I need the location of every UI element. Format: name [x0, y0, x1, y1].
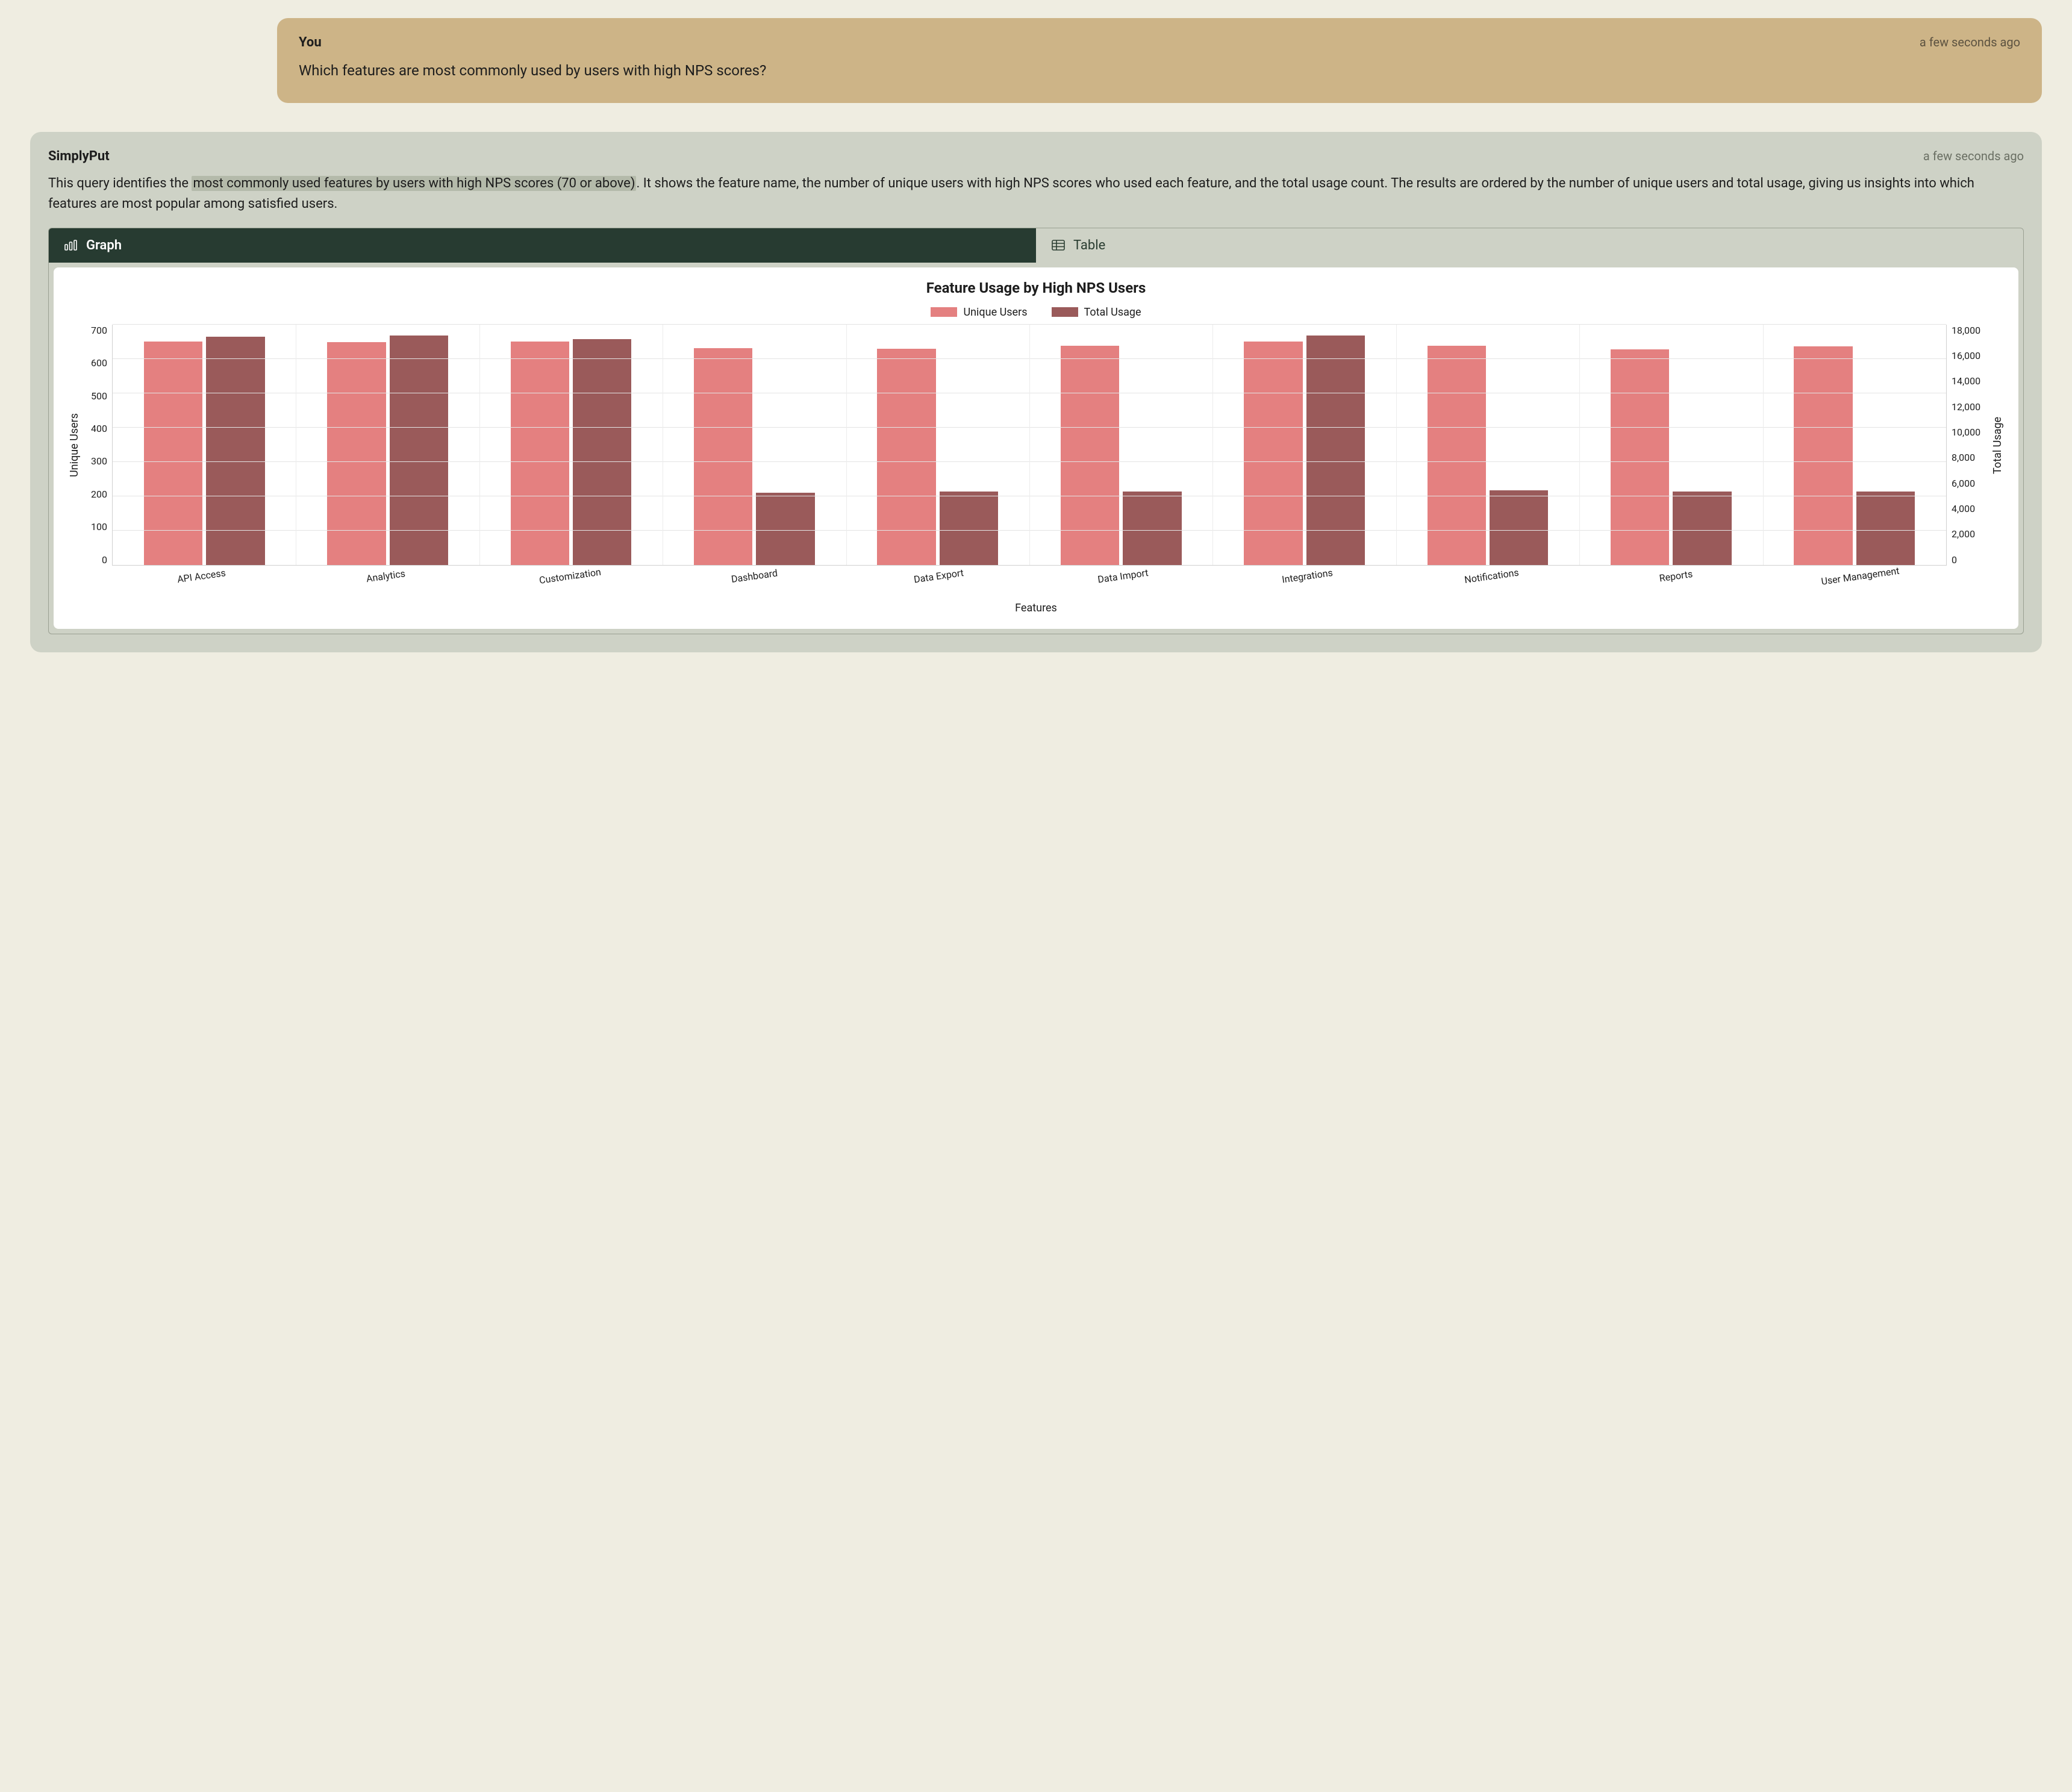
y-right-tick: 10,000 — [1952, 426, 1980, 438]
chart-title: Feature Usage by High NPS Users — [66, 279, 2006, 296]
y-left-tick: 600 — [91, 357, 107, 369]
chart-plot-row: Unique Users 700 600 500 400 300 200 100 0 18,0… — [66, 325, 2006, 566]
y-left-tick: 300 — [91, 455, 107, 467]
assistant-message-header: SimplyPut a few seconds ago — [48, 149, 2024, 164]
y-axis-left-label: Unique Users — [66, 325, 83, 566]
bar-unique-users[interactable] — [511, 342, 569, 565]
chart-container: Feature Usage by High NPS Users Unique U… — [54, 267, 2018, 629]
y-right-tick: 8,000 — [1952, 452, 1975, 463]
tab-graph[interactable]: Graph — [49, 228, 1036, 263]
y-right-tick: 6,000 — [1952, 478, 1975, 489]
legend-label: Unique Users — [963, 306, 1027, 319]
assistant-author: SimplyPut — [48, 149, 110, 164]
bar-total-usage[interactable] — [573, 339, 631, 565]
bar-unique-users[interactable] — [1244, 342, 1302, 565]
assistant-timestamp: a few seconds ago — [1923, 149, 2024, 163]
y-right-tick: 16,000 — [1952, 350, 1980, 361]
bar-total-usage[interactable] — [1123, 492, 1181, 565]
assistant-message: SimplyPut a few seconds ago This query i… — [30, 132, 2042, 652]
y-axis-left-ticks: 700 600 500 400 300 200 100 0 — [83, 325, 112, 566]
y-right-tick: 4,000 — [1952, 503, 1975, 514]
bar-total-usage[interactable] — [1856, 492, 1915, 565]
legend-swatch-icon — [931, 307, 957, 317]
y-left-tick: 700 — [91, 325, 107, 336]
bar-total-usage[interactable] — [940, 492, 998, 565]
legend-label: Total Usage — [1084, 306, 1141, 319]
legend-item-unique-users: Unique Users — [931, 306, 1027, 319]
bar-unique-users[interactable] — [1794, 346, 1852, 565]
bar-unique-users[interactable] — [144, 342, 202, 565]
y-left-tick: 500 — [91, 390, 107, 402]
bar-total-usage[interactable] — [756, 493, 814, 565]
table-icon — [1052, 240, 1065, 251]
chart-legend: Unique Users Total Usage — [66, 306, 2006, 319]
bar-total-usage[interactable] — [1490, 490, 1548, 565]
y-right-tick: 0 — [1952, 554, 1957, 566]
y-left-tick: 200 — [91, 489, 107, 500]
y-right-tick: 18,000 — [1952, 325, 1980, 336]
x-axis-categories: API AccessAnalyticsCustomizationDashboar… — [108, 566, 1951, 598]
y-left-tick: 0 — [102, 554, 107, 566]
user-timestamp: a few seconds ago — [1920, 35, 2020, 49]
bar-unique-users[interactable] — [327, 342, 385, 564]
user-message: You a few seconds ago Which features are… — [277, 18, 2042, 103]
y-left-tick: 400 — [91, 423, 107, 434]
chart-plot-area[interactable] — [112, 325, 1947, 566]
tab-graph-label: Graph — [86, 238, 122, 253]
y-right-tick: 12,000 — [1952, 401, 1980, 413]
y-axis-right-ticks: 18,000 16,000 14,000 12,000 10,000 8,000 6,000… — [1947, 325, 1989, 566]
tab-table-label: Table — [1073, 238, 1105, 253]
user-author: You — [299, 35, 322, 50]
assistant-text-highlight: most commonly used features by users wit… — [192, 176, 636, 191]
y-right-tick: 14,000 — [1952, 375, 1980, 387]
assistant-text-pre: This query identifies the — [48, 176, 192, 191]
bar-unique-users[interactable] — [1428, 346, 1486, 565]
assistant-message-text: This query identifies the most commonly … — [48, 173, 2024, 214]
bar-unique-users[interactable] — [877, 349, 935, 565]
result-tabs: Graph Table — [49, 228, 2023, 263]
y-right-tick: 2,000 — [1952, 528, 1975, 540]
user-message-text: Which features are most commonly used by… — [299, 61, 2020, 81]
result-panel: Graph Table Feature Usage by High NPS Us… — [48, 228, 2024, 634]
y-left-tick: 100 — [91, 521, 107, 532]
y-axis-right-label: Total Usage — [1989, 325, 2006, 566]
bar-chart-icon — [64, 240, 78, 251]
legend-item-total-usage: Total Usage — [1052, 306, 1141, 319]
bar-total-usage[interactable] — [1673, 492, 1731, 565]
legend-swatch-icon — [1052, 307, 1078, 317]
tab-table[interactable]: Table — [1036, 228, 2023, 263]
bar-unique-users[interactable] — [1061, 346, 1119, 565]
bar-unique-users[interactable] — [694, 348, 752, 565]
bar-total-usage[interactable] — [206, 337, 264, 565]
bar-unique-users[interactable] — [1611, 349, 1669, 565]
user-message-header: You a few seconds ago — [299, 35, 2020, 50]
